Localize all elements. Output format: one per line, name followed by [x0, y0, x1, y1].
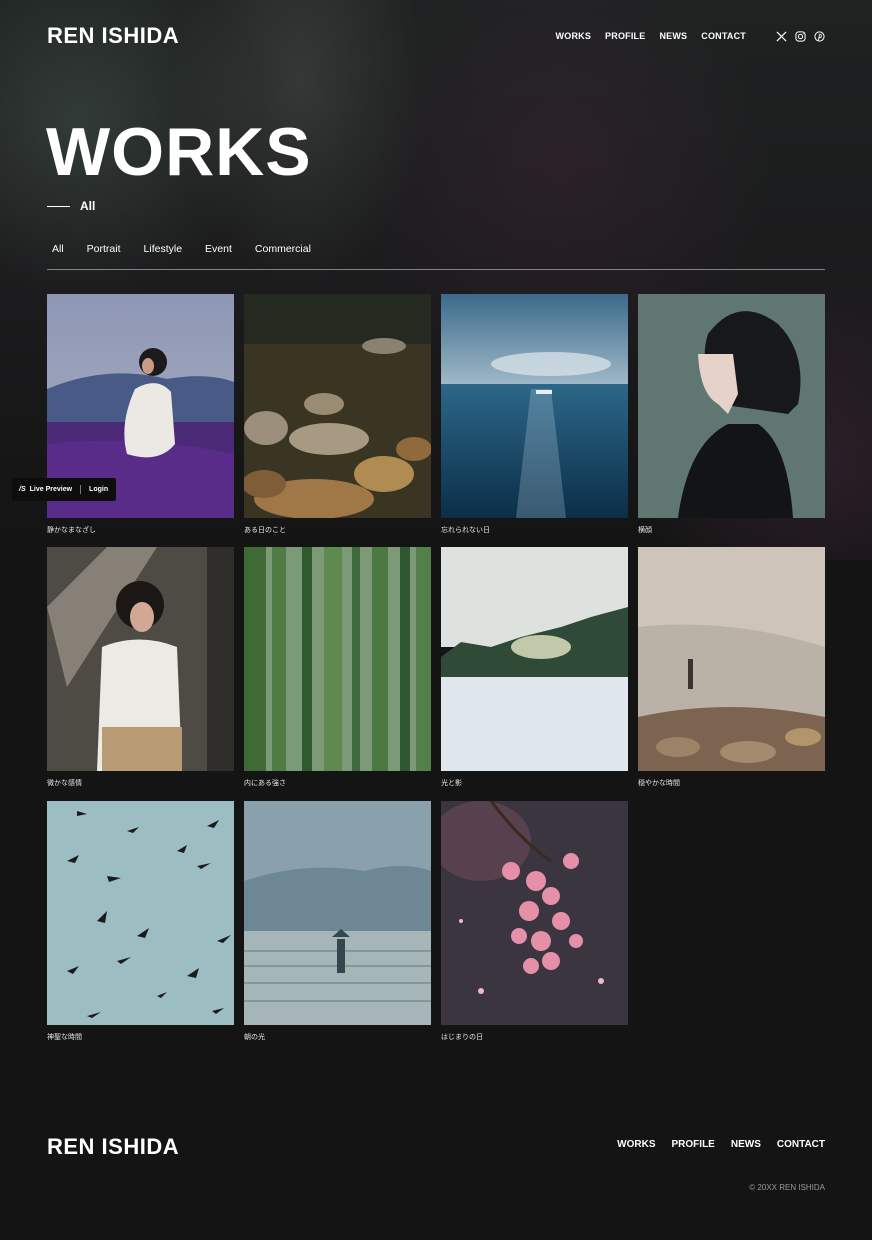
work-thumbnail[interactable] — [441, 547, 628, 771]
filter-all[interactable]: All — [52, 243, 64, 255]
footer-nav: WORKS PROFILE NEWS CONTACT — [601, 1139, 825, 1150]
login-link[interactable]: Login — [89, 486, 108, 493]
work-card[interactable]: 神聖な時間 — [47, 801, 234, 1042]
nav-works[interactable]: WORKS — [556, 31, 592, 41]
preview-logo-icon: /S — [19, 486, 26, 493]
work-thumbnail[interactable] — [441, 801, 628, 1025]
work-caption: 神聖な時間 — [47, 1033, 82, 1041]
work-card[interactable]: はじまりの日 — [441, 801, 628, 1042]
filter-divider — [47, 269, 825, 270]
work-thumbnail[interactable] — [244, 294, 431, 518]
copyright: © 20XX REN ISHIDA — [749, 1183, 825, 1192]
filter-event[interactable]: Event — [205, 243, 232, 255]
work-card[interactable]: 内にある強さ — [244, 547, 431, 788]
nav-contact[interactable]: CONTACT — [701, 31, 746, 41]
work-thumbnail[interactable] — [244, 547, 431, 771]
footer-logo[interactable]: REN ISHIDA — [47, 1134, 179, 1160]
work-caption: 微かな感情 — [47, 779, 82, 787]
work-caption: 内にある強さ — [244, 779, 286, 787]
work-thumbnail[interactable] — [244, 801, 431, 1025]
work-caption: 穏やかな時間 — [638, 779, 680, 787]
nav-news[interactable]: NEWS — [659, 31, 687, 41]
work-card[interactable]: 光と影 — [441, 547, 628, 788]
live-preview-badge: /S Live Preview Login — [12, 478, 116, 501]
category-filters: All Portrait Lifestyle Event Commercial — [52, 243, 334, 255]
work-thumbnail[interactable] — [638, 547, 825, 771]
work-caption: 忘れられない日 — [441, 526, 490, 534]
footer-nav-contact[interactable]: CONTACT — [777, 1139, 825, 1150]
work-thumbnail[interactable] — [441, 294, 628, 518]
x-icon[interactable] — [775, 30, 787, 42]
work-caption: 静かなまなざし — [47, 526, 96, 534]
work-caption: 横顔 — [638, 526, 652, 534]
work-caption: 光と影 — [441, 779, 462, 787]
work-card[interactable]: 朝の光 — [244, 801, 431, 1042]
site-logo[interactable]: REN ISHIDA — [47, 23, 179, 49]
footer-nav-works[interactable]: WORKS — [617, 1139, 655, 1150]
filter-lifestyle[interactable]: Lifestyle — [144, 243, 183, 255]
filter-commercial[interactable]: Commercial — [255, 243, 311, 255]
main-nav: WORKS PROFILE NEWS CONTACT — [542, 30, 825, 42]
footer-nav-news[interactable]: NEWS — [731, 1139, 761, 1150]
divider — [47, 205, 70, 207]
work-caption: 朝の光 — [244, 1033, 265, 1041]
filter-portrait[interactable]: Portrait — [87, 243, 121, 255]
work-card[interactable]: ある日のこと — [244, 294, 431, 535]
social-links — [768, 30, 825, 42]
work-card[interactable]: 微かな感情 — [47, 547, 234, 788]
work-caption: ある日のこと — [244, 526, 286, 534]
badge-divider — [80, 485, 82, 494]
page-title: WORKS — [46, 114, 312, 190]
current-category: All — [80, 199, 96, 213]
work-thumbnail[interactable] — [47, 801, 234, 1025]
pinterest-icon[interactable] — [813, 30, 825, 42]
site-header: REN ISHIDA WORKS PROFILE NEWS CONTACT — [47, 22, 825, 50]
work-card[interactable]: 横顔 — [638, 294, 825, 535]
footer-nav-profile[interactable]: PROFILE — [672, 1139, 715, 1150]
nav-profile[interactable]: PROFILE — [605, 31, 645, 41]
work-caption: はじまりの日 — [441, 1033, 483, 1041]
live-preview-link[interactable]: Live Preview — [30, 486, 72, 493]
work-card[interactable]: 忘れられない日 — [441, 294, 628, 535]
work-card[interactable]: 穏やかな時間 — [638, 547, 825, 788]
instagram-icon[interactable] — [794, 30, 806, 42]
work-thumbnail[interactable] — [638, 294, 825, 518]
work-thumbnail[interactable] — [47, 547, 234, 771]
category-indicator: All — [47, 199, 95, 213]
